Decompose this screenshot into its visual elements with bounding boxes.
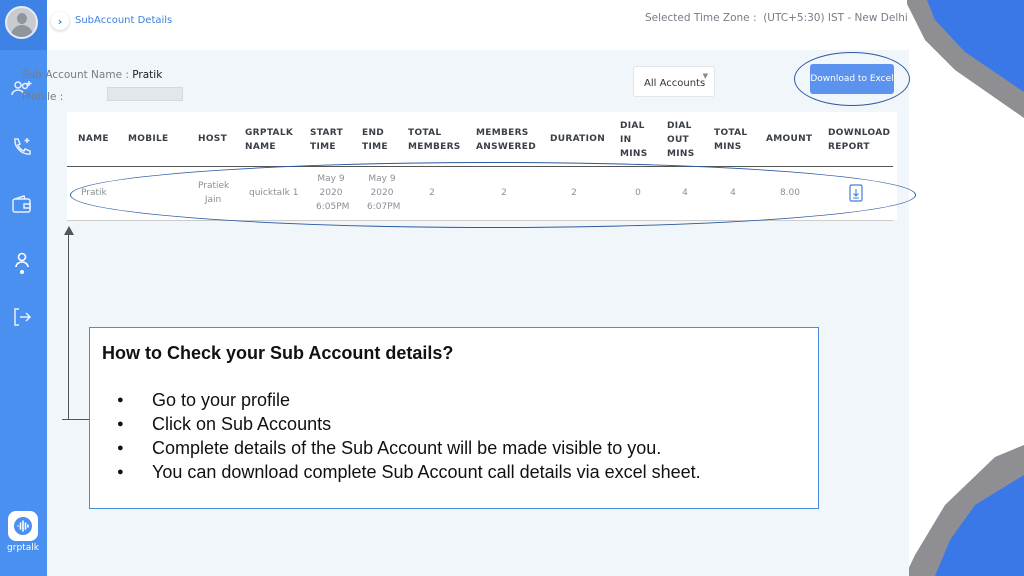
column-header: MOBILE [128,134,169,144]
wallet-icon[interactable] [10,193,34,217]
sub-account-name-value: Pratik [132,69,163,81]
timezone-display: Selected Time Zone : (UTC+5:30) IST - Ne… [645,12,908,24]
brand-name: grptalk [7,543,39,553]
connector-line-horizontal [62,419,90,420]
help-item: You can download complete Sub Account ca… [114,460,701,484]
column-header: NAME [78,134,109,144]
sidebar: grptalk [0,0,47,576]
help-list: Go to your profile Click on Sub Accounts… [114,388,701,484]
timezone-label: Selected Time Zone : [645,12,757,24]
connector-line [68,234,69,420]
add-call-icon[interactable] [10,135,34,159]
grptalk-logo-icon [8,511,38,541]
chevron-right-icon[interactable]: › [51,12,69,30]
account-filter-select[interactable]: All Accounts ▼ [633,66,715,97]
column-header: MEMBERS ANSWERED [476,128,537,152]
corner-decoration-top [905,0,1024,118]
download-button-highlight [794,52,910,106]
profile-icon[interactable] [10,250,34,274]
column-header: DURATION [550,134,606,144]
help-item: Go to your profile [114,388,701,412]
mobile-redacted [107,87,183,101]
column-header: START TIME [310,128,344,152]
column-header: TOTAL MINS [714,128,748,152]
breadcrumb[interactable]: SubAccount Details [75,15,172,26]
topbar: › SubAccount Details Selected Time Zone … [47,0,908,44]
help-title: How to Check your Sub Account details? [102,343,454,363]
column-header: DIAL IN MINS [620,121,648,159]
help-item: Complete details of the Sub Account will… [114,436,701,460]
sub-account-mobile-label: Mobile : [22,91,64,103]
corner-decoration-bottom [905,445,1024,576]
sub-account-name: Sub Account Name : Pratik [22,69,163,81]
column-header: HOST [198,134,228,144]
column-header: TOTAL MEMBERS [408,128,461,152]
help-item: Click on Sub Accounts [114,412,701,436]
column-header: GRPTALK NAME [245,128,294,152]
column-header: DIAL OUT MINS [667,121,695,159]
column-header: AMOUNT [766,134,813,144]
brand-logo: grptalk [3,511,43,553]
row-highlight [70,162,916,228]
screen: grptalk › SubAccount Details Selected Ti… [0,0,1024,576]
column-header: END TIME [362,128,388,152]
timezone-value: (UTC+5:30) IST - New Delhi [763,12,908,24]
avatar[interactable] [5,6,38,39]
chevron-down-icon: ▼ [702,72,708,80]
logout-icon[interactable] [10,305,34,329]
arrow-up-icon [64,226,74,235]
column-header: DOWNLOAD REPORT [828,128,891,152]
help-box: How to Check your Sub Account details? G… [89,327,819,509]
